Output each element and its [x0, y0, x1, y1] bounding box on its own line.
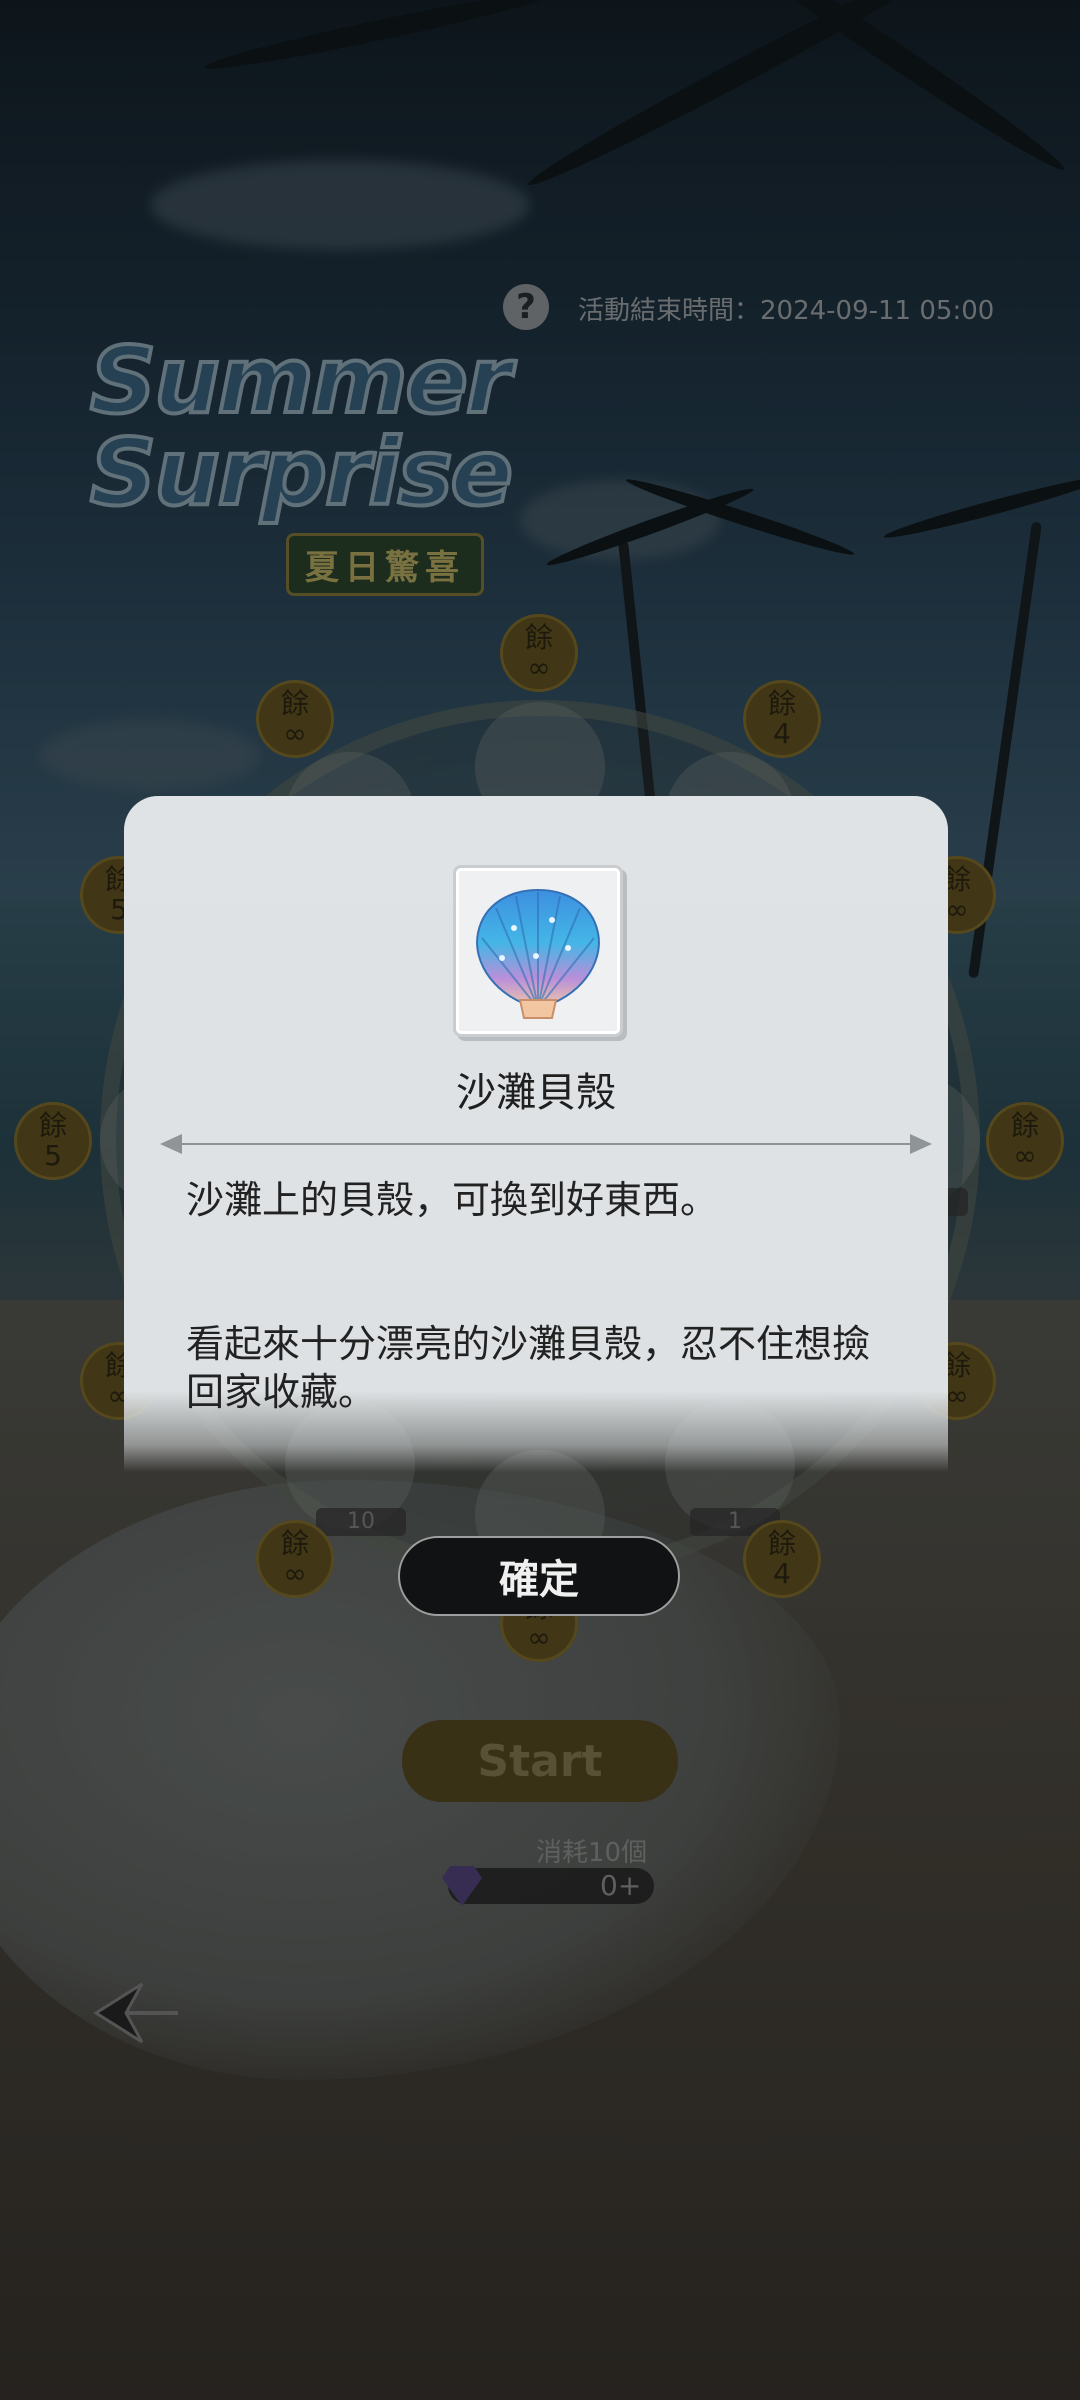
item-name: 沙灘貝殼: [456, 1070, 616, 1116]
confirm-button[interactable]: 確定: [398, 1536, 680, 1616]
item-description-long: 看起來十分漂亮的沙灘貝殼，忍不住想撿回家收藏。: [186, 1322, 871, 1414]
item-description-short: 沙灘上的貝殼，可換到好東西。: [186, 1178, 719, 1222]
seashell-icon: [476, 888, 600, 1019]
item-icon-frame: [453, 865, 623, 1037]
divider: [166, 1143, 924, 1145]
